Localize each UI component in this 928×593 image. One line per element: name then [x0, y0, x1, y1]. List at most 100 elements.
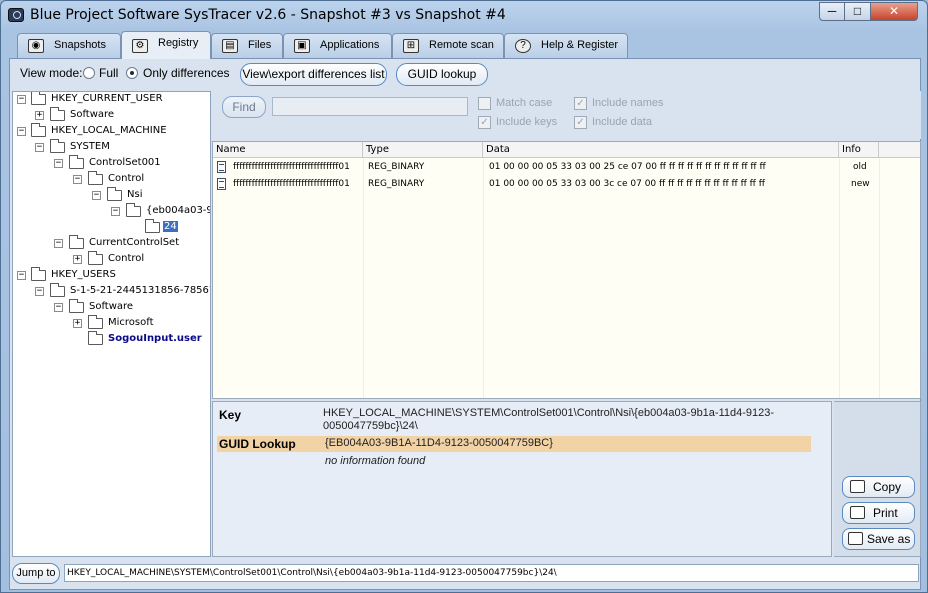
save-as-button[interactable]: Save as: [842, 528, 915, 550]
row-type: REG_BINARY: [368, 162, 425, 172]
collapse-icon[interactable]: −: [17, 271, 26, 280]
registry-value-icon: [217, 178, 226, 190]
tree-node[interactable]: − HKEY_USERS: [13, 267, 210, 284]
action-buttons: Copy Print Save as: [834, 401, 921, 557]
row-name: ffffffffffffffffffffffffffffffffff01: [233, 179, 350, 189]
minimize-button[interactable]: ─: [819, 2, 845, 21]
tab-files[interactable]: ▤ Files: [211, 33, 283, 58]
tab-help-register[interactable]: ? Help & Register: [504, 33, 628, 58]
folder-icon: [69, 155, 84, 169]
tree-node[interactable]: − CurrentControlSet: [13, 235, 210, 252]
row-info: new: [851, 179, 870, 189]
column-divider: [363, 158, 364, 398]
folder-icon: [88, 331, 103, 345]
maximize-button[interactable]: □: [845, 2, 871, 21]
expand-icon[interactable]: +: [73, 255, 82, 264]
view-mode-full-radio[interactable]: [83, 67, 95, 79]
view-mode-label: View mode:: [20, 66, 83, 80]
expand-icon[interactable]: +: [35, 111, 44, 120]
list-row[interactable]: ffffffffffffffffffffffffffffffffff01 REG…: [213, 160, 920, 177]
view-mode-full-label[interactable]: Full: [99, 66, 118, 80]
row-data: 01 00 00 00 05 33 03 00 25 ce 07 00 ff f…: [489, 162, 766, 172]
title-bar[interactable]: Blue Project Software SysTracer v2.6 - S…: [1, 1, 927, 31]
tab-label: Snapshots: [54, 39, 106, 51]
tree-node-label: SYSTEM: [70, 141, 110, 152]
tree-node[interactable]: + Control: [13, 251, 210, 268]
tree-node-selected[interactable]: 24: [13, 219, 210, 236]
tree-node[interactable]: − HKEY_LOCAL_MACHINE: [13, 123, 210, 140]
copy-button[interactable]: Copy: [842, 476, 915, 498]
tree-node[interactable]: − SYSTEM: [13, 139, 210, 156]
tree-node[interactable]: − Nsi: [13, 187, 210, 204]
collapse-icon[interactable]: −: [54, 239, 63, 248]
folder-icon: [31, 267, 46, 281]
tree-node-label: Software: [70, 109, 115, 120]
tree-node[interactable]: + Microsoft: [13, 315, 210, 332]
collapse-icon[interactable]: −: [111, 207, 120, 216]
find-button[interactable]: Find: [222, 96, 266, 118]
tree-node-label: HKEY_CURRENT_USER: [51, 93, 163, 104]
list-row[interactable]: ffffffffffffffffffffffffffffffffff01 REG…: [213, 177, 920, 194]
collapse-icon[interactable]: −: [92, 191, 101, 200]
camera-icon: ◉: [28, 39, 44, 53]
collapse-icon[interactable]: −: [73, 175, 82, 184]
collapse-icon[interactable]: −: [35, 287, 44, 296]
tree-node[interactable]: − {eb004a03-9b: [13, 203, 210, 220]
save-icon: [848, 532, 863, 545]
export-differences-button[interactable]: View\export differences list: [240, 63, 387, 86]
find-input[interactable]: [272, 97, 468, 116]
tree-node-label: SogouInput.user: [108, 333, 202, 344]
match-case-checkbox[interactable]: [478, 97, 491, 110]
tree-node[interactable]: + Software: [13, 107, 210, 124]
tab-remote-scan[interactable]: ⊞ Remote scan: [392, 33, 504, 58]
column-header-type[interactable]: Type: [363, 142, 483, 158]
collapse-icon[interactable]: −: [17, 127, 26, 136]
column-header-name[interactable]: Name: [213, 142, 363, 158]
jump-to-button[interactable]: Jump to: [12, 563, 60, 584]
tree-node[interactable]: − Software: [13, 299, 210, 316]
tree-node[interactable]: − Control: [13, 171, 210, 188]
tree-node[interactable]: − S-1-5-21-2445131856-78567: [13, 283, 210, 300]
print-button[interactable]: Print: [842, 502, 915, 524]
copy-icon: [850, 480, 865, 493]
tree-node-label: {eb004a03-9b: [146, 205, 210, 216]
tree-node[interactable]: SogouInput.user: [13, 331, 210, 348]
expand-icon[interactable]: +: [73, 319, 82, 328]
row-type: REG_BINARY: [368, 179, 425, 189]
tab-applications[interactable]: ▣ Applications: [283, 33, 392, 58]
tree-node-label: Control: [108, 253, 145, 264]
tree-node-label: Control: [108, 173, 145, 184]
folder-icon: [107, 187, 122, 201]
tab-snapshots[interactable]: ◉ Snapshots: [17, 33, 121, 58]
column-divider: [879, 158, 880, 398]
guid-lookup-button[interactable]: GUID lookup: [396, 63, 488, 86]
tab-label: Applications: [320, 39, 380, 51]
folder-icon: [88, 315, 103, 329]
close-button[interactable]: ✕: [871, 2, 918, 21]
folder-icon: [31, 123, 46, 137]
jump-path-field[interactable]: HKEY_LOCAL_MACHINE\SYSTEM\ControlSet001\…: [64, 564, 919, 582]
include-data-checkbox[interactable]: ✓: [574, 116, 587, 129]
registry-tree[interactable]: − HKEY_CURRENT_USER + Software − HKEY_LO…: [12, 91, 211, 557]
column-header-info[interactable]: Info: [839, 142, 879, 158]
tree-node[interactable]: − ControlSet001: [13, 155, 210, 172]
include-keys-checkbox[interactable]: ✓: [478, 116, 491, 129]
collapse-icon[interactable]: −: [54, 303, 63, 312]
files-icon: ▤: [222, 39, 238, 53]
collapse-icon[interactable]: −: [35, 143, 44, 152]
print-button-label: Print: [873, 506, 898, 520]
folder-shortcut-icon: [69, 235, 84, 249]
include-names-label: Include names: [592, 97, 664, 109]
include-names-checkbox[interactable]: ✓: [574, 97, 587, 110]
guid-info-text: no information found: [325, 455, 426, 467]
tree-node[interactable]: − HKEY_CURRENT_USER: [13, 92, 210, 108]
view-mode-differences-label[interactable]: Only differences: [143, 66, 230, 80]
differences-list[interactable]: Name Type Data Info ffffffffffffffffffff…: [212, 141, 921, 399]
view-mode-differences-radio[interactable]: [126, 67, 138, 79]
column-header-data[interactable]: Data: [483, 142, 839, 158]
collapse-icon[interactable]: −: [54, 159, 63, 168]
collapse-icon[interactable]: −: [17, 95, 26, 104]
tab-registry[interactable]: ⚙ Registry: [121, 31, 211, 59]
registry-icon: ⚙: [132, 39, 148, 53]
details-panel: Key HKEY_LOCAL_MACHINE\SYSTEM\ControlSet…: [212, 401, 832, 557]
